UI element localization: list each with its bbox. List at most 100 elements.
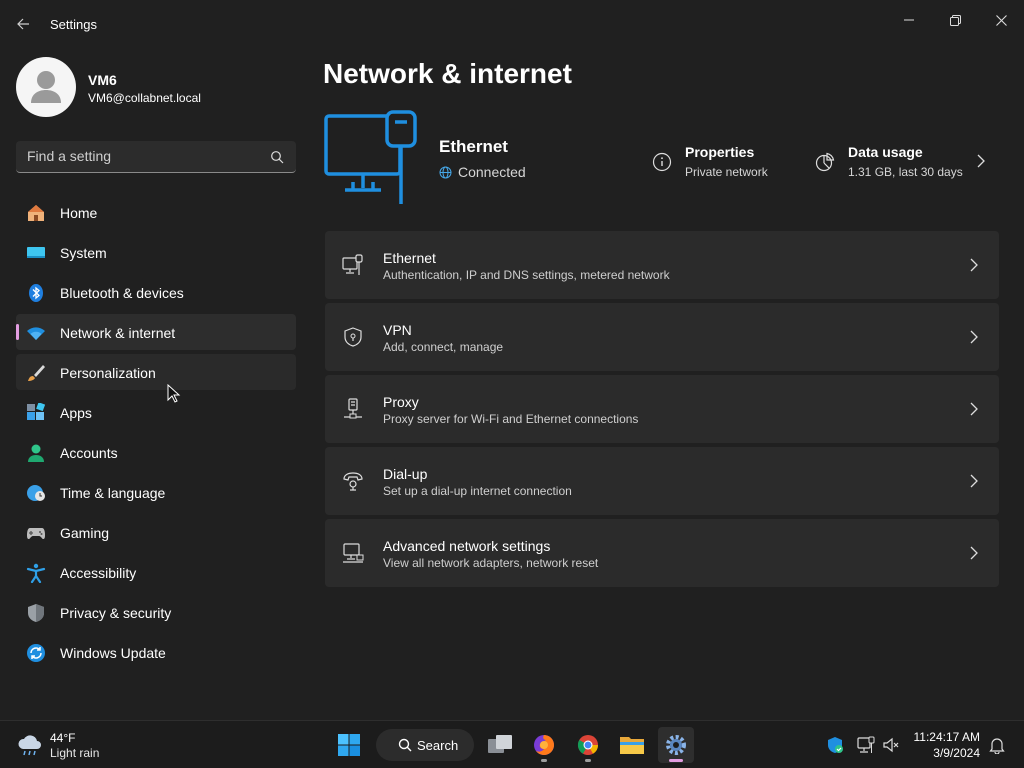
close-button[interactable] xyxy=(978,4,1024,36)
file-explorer-button[interactable] xyxy=(614,727,650,763)
card-title: Advanced network settings xyxy=(383,538,551,554)
weather-widget[interactable]: 44°F Light rain xyxy=(16,729,136,761)
card-title: Dial-up xyxy=(383,466,428,482)
sidebar-item-time-language[interactable]: Time & language xyxy=(16,474,296,510)
chevron-right-icon xyxy=(970,258,978,272)
update-icon xyxy=(26,643,46,663)
sidebar-item-accounts[interactable]: Accounts xyxy=(16,434,296,470)
windows-logo-icon xyxy=(338,734,360,756)
connection-name: Ethernet xyxy=(439,137,508,156)
search-input[interactable] xyxy=(16,141,256,171)
connection-summary: Ethernet Connected Properties Private ne… xyxy=(323,108,999,208)
start-button[interactable] xyxy=(331,727,367,763)
running-indicator xyxy=(585,759,591,762)
clock-date[interactable]: 3/9/2024 xyxy=(902,746,980,760)
task-view-icon xyxy=(488,735,512,753)
back-button[interactable] xyxy=(8,10,38,38)
firefox-button[interactable] xyxy=(526,727,562,763)
gamepad-icon xyxy=(26,523,46,543)
user-name: VM6 xyxy=(88,72,117,88)
accounts-icon xyxy=(26,443,46,463)
search-icon xyxy=(398,738,412,752)
active-indicator xyxy=(669,759,683,762)
minimize-button[interactable] xyxy=(886,4,932,36)
properties-subtitle: Private network xyxy=(685,165,768,179)
chevron-right-icon xyxy=(970,330,978,344)
user-silhouette-icon xyxy=(31,71,61,103)
weather-description: Light rain xyxy=(50,746,100,760)
data-usage-title: Data usage xyxy=(848,144,923,160)
dialup-icon xyxy=(343,472,363,491)
volume-muted-icon[interactable] xyxy=(882,736,900,754)
taskbar-search[interactable]: Search xyxy=(376,729,474,761)
rain-cloud-icon xyxy=(18,735,41,756)
user-profile[interactable]: VM6 VM6@collabnet.local xyxy=(16,57,296,117)
sidebar-item-label: Home xyxy=(60,205,98,221)
restore-icon xyxy=(949,14,961,26)
sidebar-item-gaming[interactable]: Gaming xyxy=(16,514,296,550)
firefox-icon xyxy=(534,735,554,755)
sidebar-item-label: Bluetooth & devices xyxy=(60,285,184,301)
app-title: Settings xyxy=(50,17,97,32)
clock-time[interactable]: 11:24:17 AM xyxy=(902,730,981,744)
vpn-shield-icon xyxy=(344,327,362,347)
dialup-card[interactable]: Dial-up Set up a dial-up internet connec… xyxy=(325,447,999,515)
card-subtitle: Set up a dial-up internet connection xyxy=(383,484,572,498)
chevron-right-icon xyxy=(970,402,978,416)
clock-globe-icon xyxy=(26,483,46,503)
vpn-card[interactable]: VPN Add, connect, manage xyxy=(325,303,999,371)
sidebar-item-personalization[interactable]: Personalization xyxy=(16,354,296,390)
pie-chart-icon xyxy=(815,152,835,172)
chrome-button[interactable] xyxy=(570,727,606,763)
sidebar-item-network[interactable]: Network & internet xyxy=(16,314,296,350)
wifi-icon xyxy=(26,323,46,343)
connection-status: Connected xyxy=(439,164,526,180)
weather-temperature: 44°F xyxy=(50,731,76,745)
sidebar-item-home[interactable]: Home xyxy=(16,194,296,230)
sidebar-item-label: Accessibility xyxy=(60,565,137,581)
properties-link[interactable]: Properties Private network xyxy=(650,142,800,182)
sidebar-item-bluetooth[interactable]: Bluetooth & devices xyxy=(16,274,296,310)
ethernet-card[interactable]: Ethernet Authentication, IP and DNS sett… xyxy=(325,231,999,299)
sidebar-item-label: Gaming xyxy=(60,525,110,541)
close-icon xyxy=(995,14,1007,26)
chrome-icon xyxy=(577,735,599,755)
connection-status-text: Connected xyxy=(458,164,526,180)
settings-search xyxy=(16,141,296,173)
sidebar-item-privacy-security[interactable]: Privacy & security xyxy=(16,594,296,630)
search-icon[interactable] xyxy=(270,150,284,164)
sidebar-nav: Home System Bluetooth & devices Network … xyxy=(16,194,296,674)
proxy-card[interactable]: Proxy Proxy server for Wi-Fi and Etherne… xyxy=(325,375,999,443)
data-usage-link[interactable]: Data usage 1.31 GB, last 30 days xyxy=(813,142,999,182)
card-subtitle: Add, connect, manage xyxy=(383,340,504,354)
sidebar-item-system[interactable]: System xyxy=(16,234,296,270)
ethernet-icon xyxy=(342,254,363,275)
folder-icon xyxy=(620,737,644,754)
notification-bell-icon[interactable] xyxy=(988,736,1006,754)
sidebar-item-label: System xyxy=(60,245,107,261)
restore-button[interactable] xyxy=(932,4,978,36)
network-tray-icon[interactable] xyxy=(857,736,875,754)
home-icon xyxy=(26,203,46,223)
sidebar-item-label: Time & language xyxy=(60,485,166,501)
sidebar-item-windows-update[interactable]: Windows Update xyxy=(16,634,296,670)
advanced-network-settings-card[interactable]: Advanced network settings View all netwo… xyxy=(325,519,999,587)
card-title: VPN xyxy=(383,322,412,338)
sidebar-item-accessibility[interactable]: Accessibility xyxy=(16,554,296,590)
data-usage-subtitle: 1.31 GB, last 30 days xyxy=(848,165,963,179)
globe-icon xyxy=(439,166,452,178)
mouse-cursor-icon xyxy=(167,384,181,403)
defender-shield-icon[interactable] xyxy=(826,736,844,754)
proxy-icon xyxy=(344,398,362,419)
sidebar-item-label: Apps xyxy=(60,405,92,421)
settings-taskbar-button[interactable] xyxy=(658,727,694,763)
task-view-button[interactable] xyxy=(482,727,518,763)
card-title: Ethernet xyxy=(383,250,436,266)
avatar xyxy=(16,57,76,117)
card-subtitle: Authentication, IP and DNS settings, met… xyxy=(383,268,670,282)
system-icon xyxy=(26,243,46,263)
taskbar-search-label: Search xyxy=(417,738,459,753)
taskbar: 44°F Light rain Search 11:24:17 AM 3/9/2… xyxy=(0,720,1024,768)
user-email: VM6@collabnet.local xyxy=(88,91,201,105)
sidebar-item-apps[interactable]: Apps xyxy=(16,394,296,430)
